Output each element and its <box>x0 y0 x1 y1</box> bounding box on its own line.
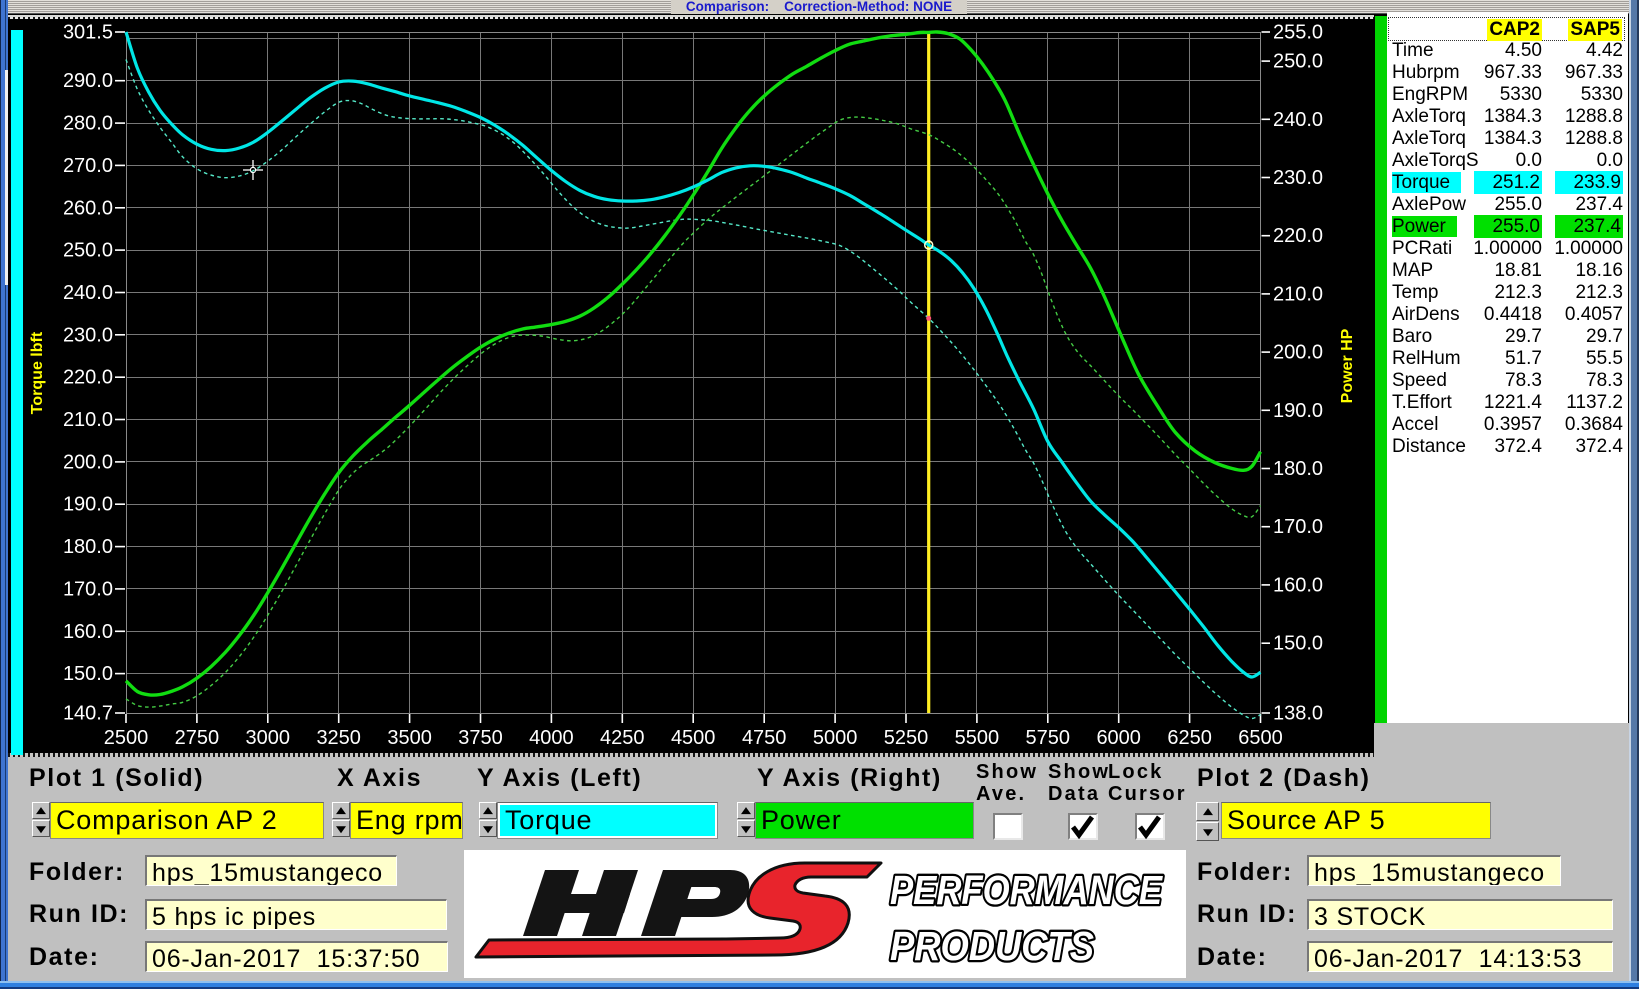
svg-text:220.0: 220.0 <box>1273 225 1323 247</box>
svg-text:150.0: 150.0 <box>1273 633 1323 655</box>
svg-text:PRODUCTS: PRODUCTS <box>890 923 1094 969</box>
svg-text:270.0: 270.0 <box>63 155 113 177</box>
svg-text:250.0: 250.0 <box>1273 51 1323 73</box>
svg-text:170.0: 170.0 <box>63 578 113 600</box>
svg-text:3500: 3500 <box>387 727 432 749</box>
svg-text:5000: 5000 <box>813 727 858 749</box>
svg-text:150.0: 150.0 <box>63 663 113 685</box>
svg-text:6000: 6000 <box>1096 727 1141 749</box>
svg-text:160.0: 160.0 <box>63 621 113 643</box>
svg-text:140.7: 140.7 <box>63 703 113 725</box>
svg-text:138.0: 138.0 <box>1273 703 1323 725</box>
svg-text:6250: 6250 <box>1167 727 1212 749</box>
svg-text:4500: 4500 <box>671 727 716 749</box>
svg-text:3250: 3250 <box>316 727 361 749</box>
svg-text:2750: 2750 <box>175 727 220 749</box>
svg-text:230.0: 230.0 <box>63 324 113 346</box>
svg-text:4000: 4000 <box>529 727 574 749</box>
svg-text:Torque lbft: Torque lbft <box>29 331 46 414</box>
svg-text:290.0: 290.0 <box>63 70 113 92</box>
svg-text:301.5: 301.5 <box>63 22 113 44</box>
svg-text:160.0: 160.0 <box>1273 574 1323 596</box>
svg-text:210.0: 210.0 <box>63 409 113 431</box>
svg-text:3750: 3750 <box>458 727 503 749</box>
svg-text:4250: 4250 <box>600 727 645 749</box>
svg-text:240.0: 240.0 <box>1273 109 1323 131</box>
svg-text:180.0: 180.0 <box>63 536 113 558</box>
svg-text:4750: 4750 <box>742 727 787 749</box>
svg-text:240.0: 240.0 <box>63 282 113 304</box>
svg-text:3000: 3000 <box>246 727 291 749</box>
svg-text:Power HP: Power HP <box>1339 328 1356 403</box>
svg-text:190.0: 190.0 <box>1273 400 1323 422</box>
svg-text:5750: 5750 <box>1026 727 1071 749</box>
svg-text:190.0: 190.0 <box>63 494 113 516</box>
svg-text:255.0: 255.0 <box>1273 22 1323 44</box>
svg-text:280.0: 280.0 <box>63 113 113 135</box>
svg-text:200.0: 200.0 <box>1273 342 1323 364</box>
svg-text:230.0: 230.0 <box>1273 167 1323 189</box>
svg-text:5250: 5250 <box>884 727 929 749</box>
svg-text:6500: 6500 <box>1238 727 1283 749</box>
svg-text:210.0: 210.0 <box>1273 283 1323 305</box>
svg-text:180.0: 180.0 <box>1273 458 1323 480</box>
svg-text:250.0: 250.0 <box>63 240 113 262</box>
svg-text:260.0: 260.0 <box>63 197 113 219</box>
svg-text:170.0: 170.0 <box>1273 516 1323 538</box>
svg-text:220.0: 220.0 <box>63 367 113 389</box>
svg-text:2500: 2500 <box>104 727 149 749</box>
svg-text:200.0: 200.0 <box>63 451 113 473</box>
svg-text:5500: 5500 <box>955 727 1000 749</box>
svg-text:PERFORMANCE: PERFORMANCE <box>890 867 1163 913</box>
